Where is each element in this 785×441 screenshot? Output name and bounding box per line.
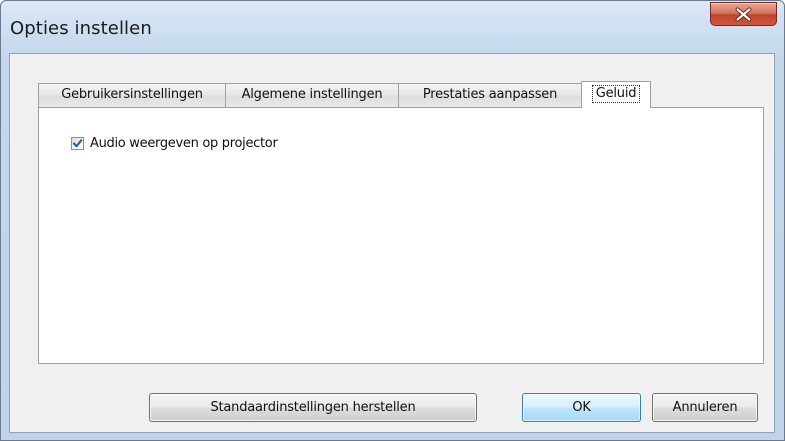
window-title: Opties instellen — [10, 18, 152, 39]
options-dialog: Opties instellen Gebruikersinstellingen … — [0, 0, 785, 441]
tab-prestaties-aanpassen[interactable]: Prestaties aanpassen — [398, 83, 582, 107]
tab-label: Gebruikersinstellingen — [61, 87, 203, 102]
tab-label: Prestaties aanpassen — [422, 87, 558, 102]
checkmark-icon — [72, 138, 83, 147]
tab-geluid[interactable]: Geluid — [581, 81, 651, 108]
dialog-client-area: Gebruikersinstellingen Algemene instelli… — [9, 53, 775, 433]
tab-panel-geluid: Audio weergeven op projector — [38, 107, 764, 364]
close-button[interactable] — [710, 2, 777, 26]
ok-button[interactable]: OK — [522, 393, 641, 422]
cancel-button[interactable]: Annuleren — [652, 393, 758, 422]
audio-checkbox[interactable] — [71, 136, 84, 150]
tab-algemene-instellingen[interactable]: Algemene instellingen — [225, 83, 399, 107]
audio-checkbox-label[interactable]: Audio weergeven op projector — [90, 136, 278, 151]
tab-label: Algemene instellingen — [241, 87, 383, 102]
tab-gebruikersinstellingen[interactable]: Gebruikersinstellingen — [38, 83, 226, 107]
close-icon — [735, 7, 752, 22]
title-bar[interactable]: Opties instellen — [1, 1, 784, 53]
audio-option-row[interactable]: Audio weergeven op projector — [71, 135, 278, 151]
tab-label: Geluid — [591, 85, 641, 103]
restore-defaults-button[interactable]: Standaardinstellingen herstellen — [149, 393, 477, 422]
